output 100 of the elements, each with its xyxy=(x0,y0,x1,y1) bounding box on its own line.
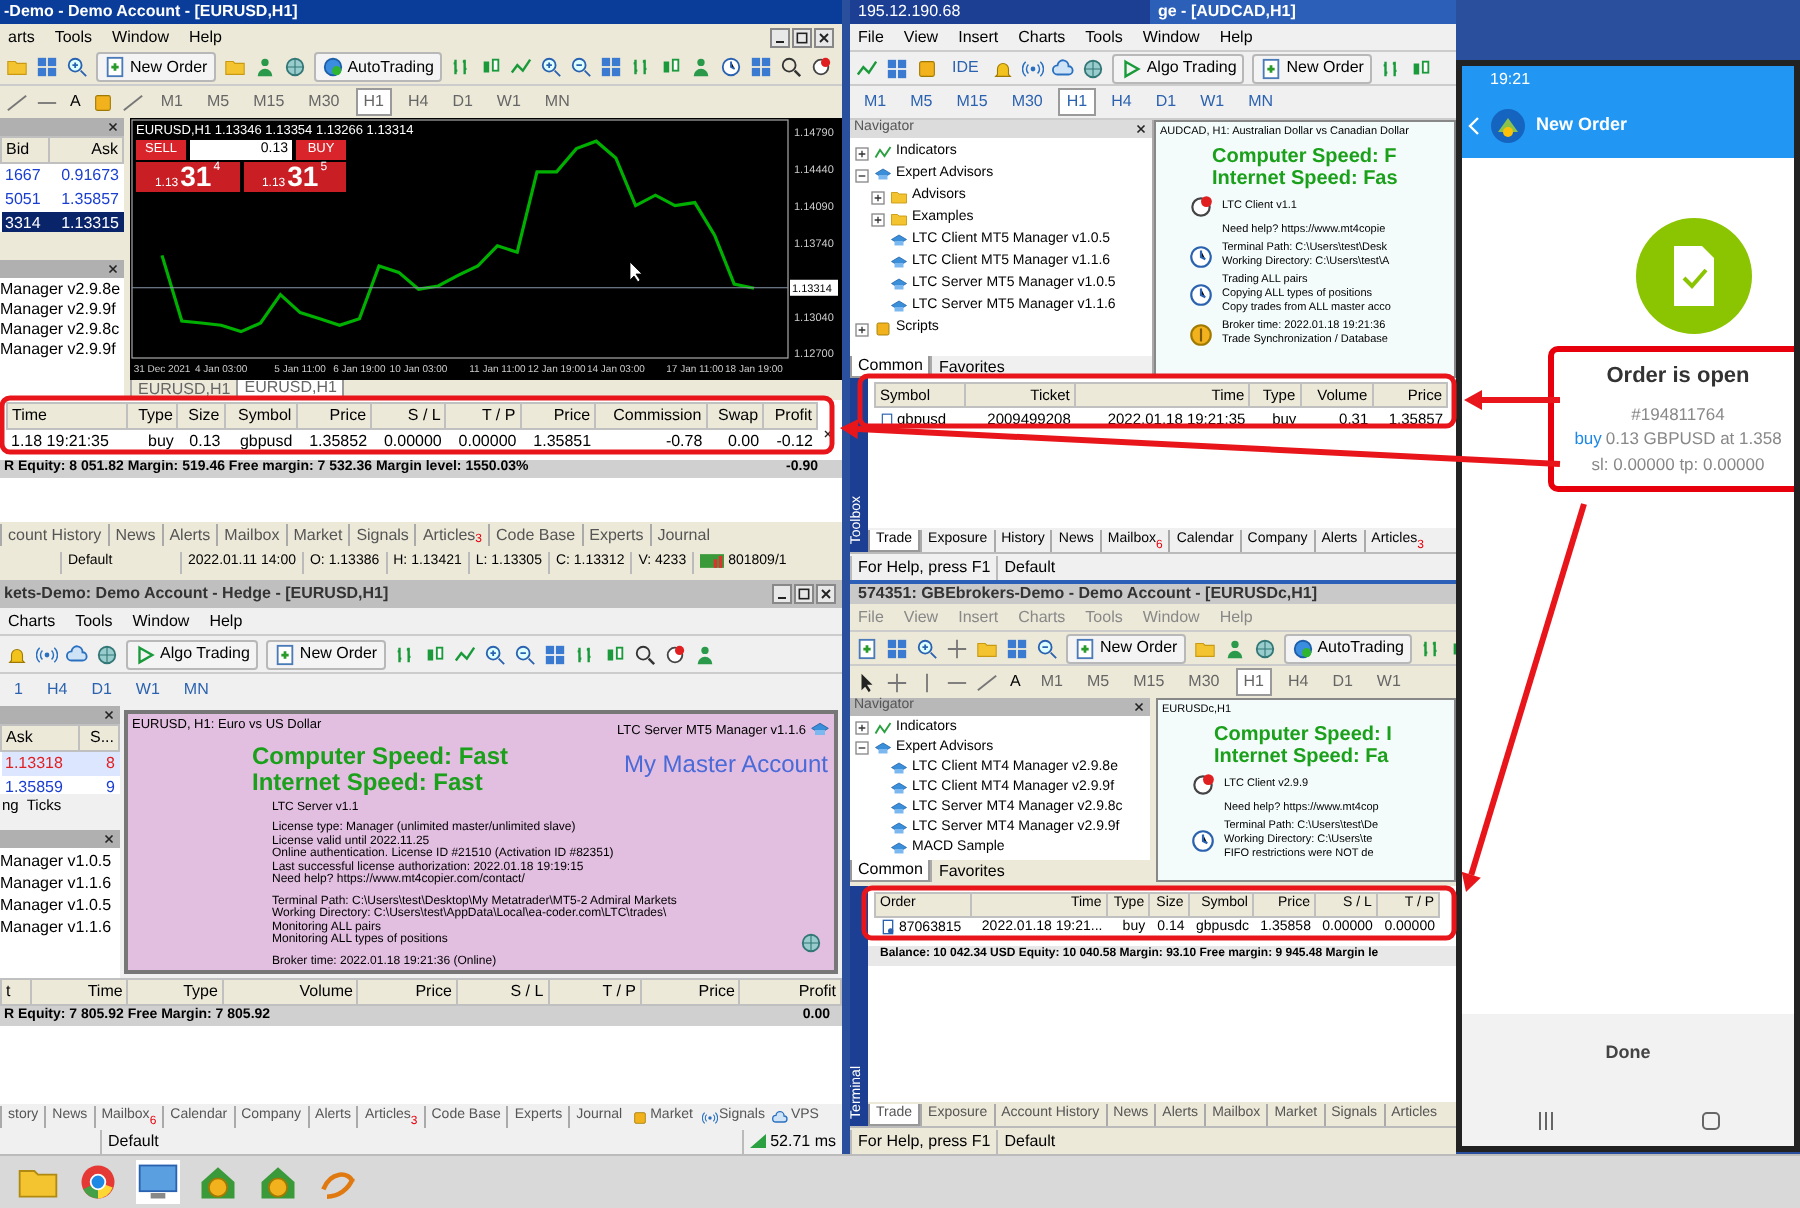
timeframe-tab[interactable]: M1 xyxy=(152,88,191,116)
column-header[interactable]: Swap xyxy=(706,403,764,429)
timeframe-tab[interactable]: D1 xyxy=(444,88,481,116)
timeframe-tab[interactable]: M5 xyxy=(902,88,941,116)
trend-line-icon[interactable] xyxy=(6,91,28,113)
search-icon[interactable] xyxy=(779,56,802,78)
menu-item[interactable]: Window xyxy=(132,609,190,633)
document-plus-icon[interactable] xyxy=(856,637,878,659)
tab[interactable]: Code Base xyxy=(488,524,582,546)
column-header[interactable]: Size xyxy=(177,403,225,429)
close-icon[interactable] xyxy=(814,27,834,47)
clock-icon[interactable] xyxy=(719,56,742,78)
zoom-in-icon[interactable] xyxy=(483,643,506,665)
timeframe-tab[interactable]: M15 xyxy=(948,88,996,116)
column-header[interactable]: T / P xyxy=(445,403,521,429)
minimize-icon[interactable] xyxy=(772,584,792,604)
menu-item[interactable]: Help xyxy=(209,609,243,633)
timeframe-tab[interactable]: M1 xyxy=(1032,668,1071,696)
navigator-item[interactable]: Manager v1.0.5 xyxy=(0,852,120,870)
tab[interactable]: Experts xyxy=(581,524,650,546)
column-header[interactable]: Price xyxy=(520,403,596,429)
crosshair-icon[interactable] xyxy=(886,671,908,693)
line-chart-icon[interactable] xyxy=(453,643,476,665)
timeframe-tab[interactable]: M15 xyxy=(1125,668,1173,696)
line-chart-icon[interactable] xyxy=(509,56,532,78)
candlestick-icon[interactable] xyxy=(1409,57,1432,79)
candlestick-icon[interactable] xyxy=(423,643,446,665)
timeframe-tab[interactable]: H1 xyxy=(1058,88,1096,116)
timeframe-tab[interactable]: M1 xyxy=(856,88,895,116)
column-header[interactable]: Price xyxy=(296,403,372,429)
tile-icon[interactable] xyxy=(886,637,908,659)
person-icon[interactable] xyxy=(693,643,716,665)
menu-item[interactable]: Tools xyxy=(54,25,93,49)
folder-icon[interactable] xyxy=(223,56,246,78)
bar-chart-icon[interactable] xyxy=(393,643,416,665)
cloud-icon[interactable] xyxy=(66,643,88,665)
timeframe-tab[interactable]: H4 xyxy=(1279,668,1317,696)
tab[interactable]: Journal xyxy=(649,524,716,546)
navigator-item[interactable]: Manager v2.9.9f xyxy=(0,340,124,358)
tab[interactable]: count History xyxy=(0,524,108,546)
timeframe-tab[interactable]: W1 xyxy=(488,88,529,116)
menu-item[interactable]: Tools xyxy=(1085,25,1123,49)
navigator-item[interactable]: Manager v2.9.9f xyxy=(0,300,124,318)
monitor-icon[interactable] xyxy=(136,1160,180,1204)
tab[interactable]: Favorites xyxy=(930,860,1011,882)
person-icon[interactable] xyxy=(689,56,712,78)
navigator-item[interactable]: Manager v1.0.5 xyxy=(0,896,120,914)
tile-icon[interactable] xyxy=(36,56,58,78)
toolbar-button[interactable]: Algo Trading xyxy=(1112,53,1245,83)
menu-item[interactable]: arts xyxy=(8,25,35,49)
timeframe-tab[interactable]: MN xyxy=(175,676,217,704)
close-icon[interactable] xyxy=(816,584,836,604)
column-header[interactable]: Volume xyxy=(222,979,358,1005)
column-header[interactable]: Profit xyxy=(739,979,841,1005)
candlestick-icon[interactable] xyxy=(603,643,626,665)
timeframe-tab[interactable]: H1 xyxy=(355,88,392,116)
menu-item[interactable]: Tools xyxy=(75,609,113,633)
tab[interactable]: Common xyxy=(850,860,931,882)
close-icon[interactable] xyxy=(1134,122,1148,136)
timeframe-tab[interactable]: M30 xyxy=(1003,88,1051,116)
menu-item[interactable]: Charts xyxy=(8,609,56,633)
crosshair-icon[interactable] xyxy=(946,637,968,659)
collapse-icon[interactable] xyxy=(854,167,870,183)
timeframe-tab[interactable]: W1 xyxy=(127,676,168,704)
timeframe-tab[interactable]: M5 xyxy=(198,88,238,116)
menu-item[interactable]: Window xyxy=(1142,25,1200,49)
expand-icon[interactable] xyxy=(854,321,870,337)
folder-icon[interactable] xyxy=(6,56,28,78)
close-icon[interactable] xyxy=(822,428,834,440)
timeframe-tab[interactable]: MN xyxy=(536,88,578,116)
collapse-icon[interactable] xyxy=(854,740,870,756)
candlestick-icon[interactable] xyxy=(479,56,502,78)
bell-icon[interactable] xyxy=(992,57,1015,79)
minimize-icon[interactable] xyxy=(770,27,790,47)
navigator-item[interactable]: Manager v1.1.6 xyxy=(0,918,120,936)
timeframe-tab[interactable]: 1 xyxy=(6,676,31,704)
navigator-item[interactable]: Manager v2.9.8e xyxy=(0,280,124,298)
timeframe-tab[interactable]: D1 xyxy=(1324,668,1361,696)
menu-item[interactable]: File xyxy=(858,25,884,49)
person-icon[interactable] xyxy=(253,56,276,78)
zoom-out-icon[interactable] xyxy=(569,56,592,78)
timeframe-tab[interactable]: M15 xyxy=(245,88,293,116)
tile-icon[interactable] xyxy=(543,643,566,665)
expand-icon[interactable] xyxy=(870,189,886,205)
person-icon[interactable] xyxy=(1223,637,1246,659)
column-header[interactable]: Type xyxy=(127,403,178,429)
bar-chart-icon[interactable] xyxy=(449,56,472,78)
back-icon[interactable] xyxy=(1468,116,1480,136)
timeframe-tab[interactable]: M30 xyxy=(300,88,348,116)
tab[interactable]: Alerts xyxy=(161,524,217,546)
toolbar-button[interactable]: New Order xyxy=(1066,633,1186,663)
menu-item[interactable]: Insert xyxy=(958,25,999,49)
maximize-icon[interactable] xyxy=(794,584,814,604)
text-tool[interactable]: A xyxy=(1006,670,1025,694)
globe-icon[interactable] xyxy=(1082,57,1105,79)
tile-icon[interactable] xyxy=(886,57,908,79)
recent-apps-icon[interactable] xyxy=(1535,1111,1556,1129)
navigator-item[interactable]: Manager v2.9.8c xyxy=(0,320,124,338)
timeframe-tab[interactable]: H4 xyxy=(1103,88,1140,116)
menu-item[interactable]: Charts xyxy=(1018,25,1066,49)
